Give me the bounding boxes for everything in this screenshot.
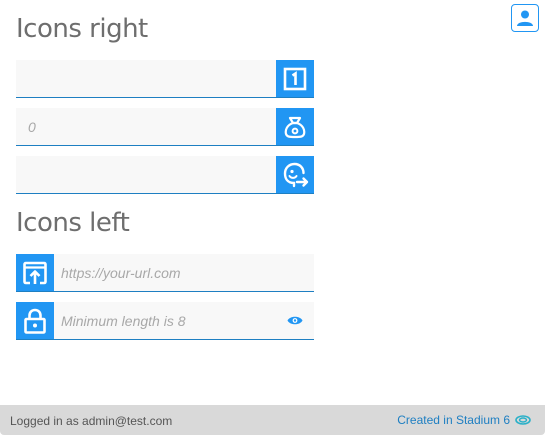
money-bag-icon [284,116,306,138]
icons-right-heading: Icons right [16,14,148,44]
user-button[interactable] [511,4,539,32]
created-in-stadium-link[interactable]: Created in Stadium 6 [397,413,531,427]
text-field-1 [16,60,314,98]
password-input[interactable] [61,302,276,339]
money-bag-icon-box [276,108,314,145]
footer: Logged in as admin@test.com Created in S… [0,405,545,435]
lock-icon-box [16,302,54,339]
password-field [16,302,314,340]
logged-in-text: Logged in as admin@test.com [10,414,173,428]
show-password-toggle[interactable] [286,313,304,327]
eye-icon [287,316,303,324]
number-input[interactable] [28,108,268,145]
number-one-icon [283,67,307,90]
url-input[interactable] [61,254,301,291]
open-in-browser-icon [23,261,47,284]
text-input-3[interactable] [28,156,268,193]
lock-icon [24,308,46,334]
number-one-icon-box [276,60,314,97]
text-field-3 [16,156,314,194]
open-in-browser-icon-box [16,254,54,291]
app-window: Icons right 0 Icons left https://your-ur… [0,0,545,435]
credit-label: Created in Stadium 6 [397,413,510,427]
number-field [16,108,314,146]
url-field [16,254,314,292]
text-input-1[interactable] [28,60,268,97]
user-icon [517,10,533,26]
icons-left-heading: Icons left [16,208,130,238]
face-arrow-icon-box [276,156,314,193]
stadium-logo-icon [515,415,531,425]
face-arrow-icon [283,162,309,187]
